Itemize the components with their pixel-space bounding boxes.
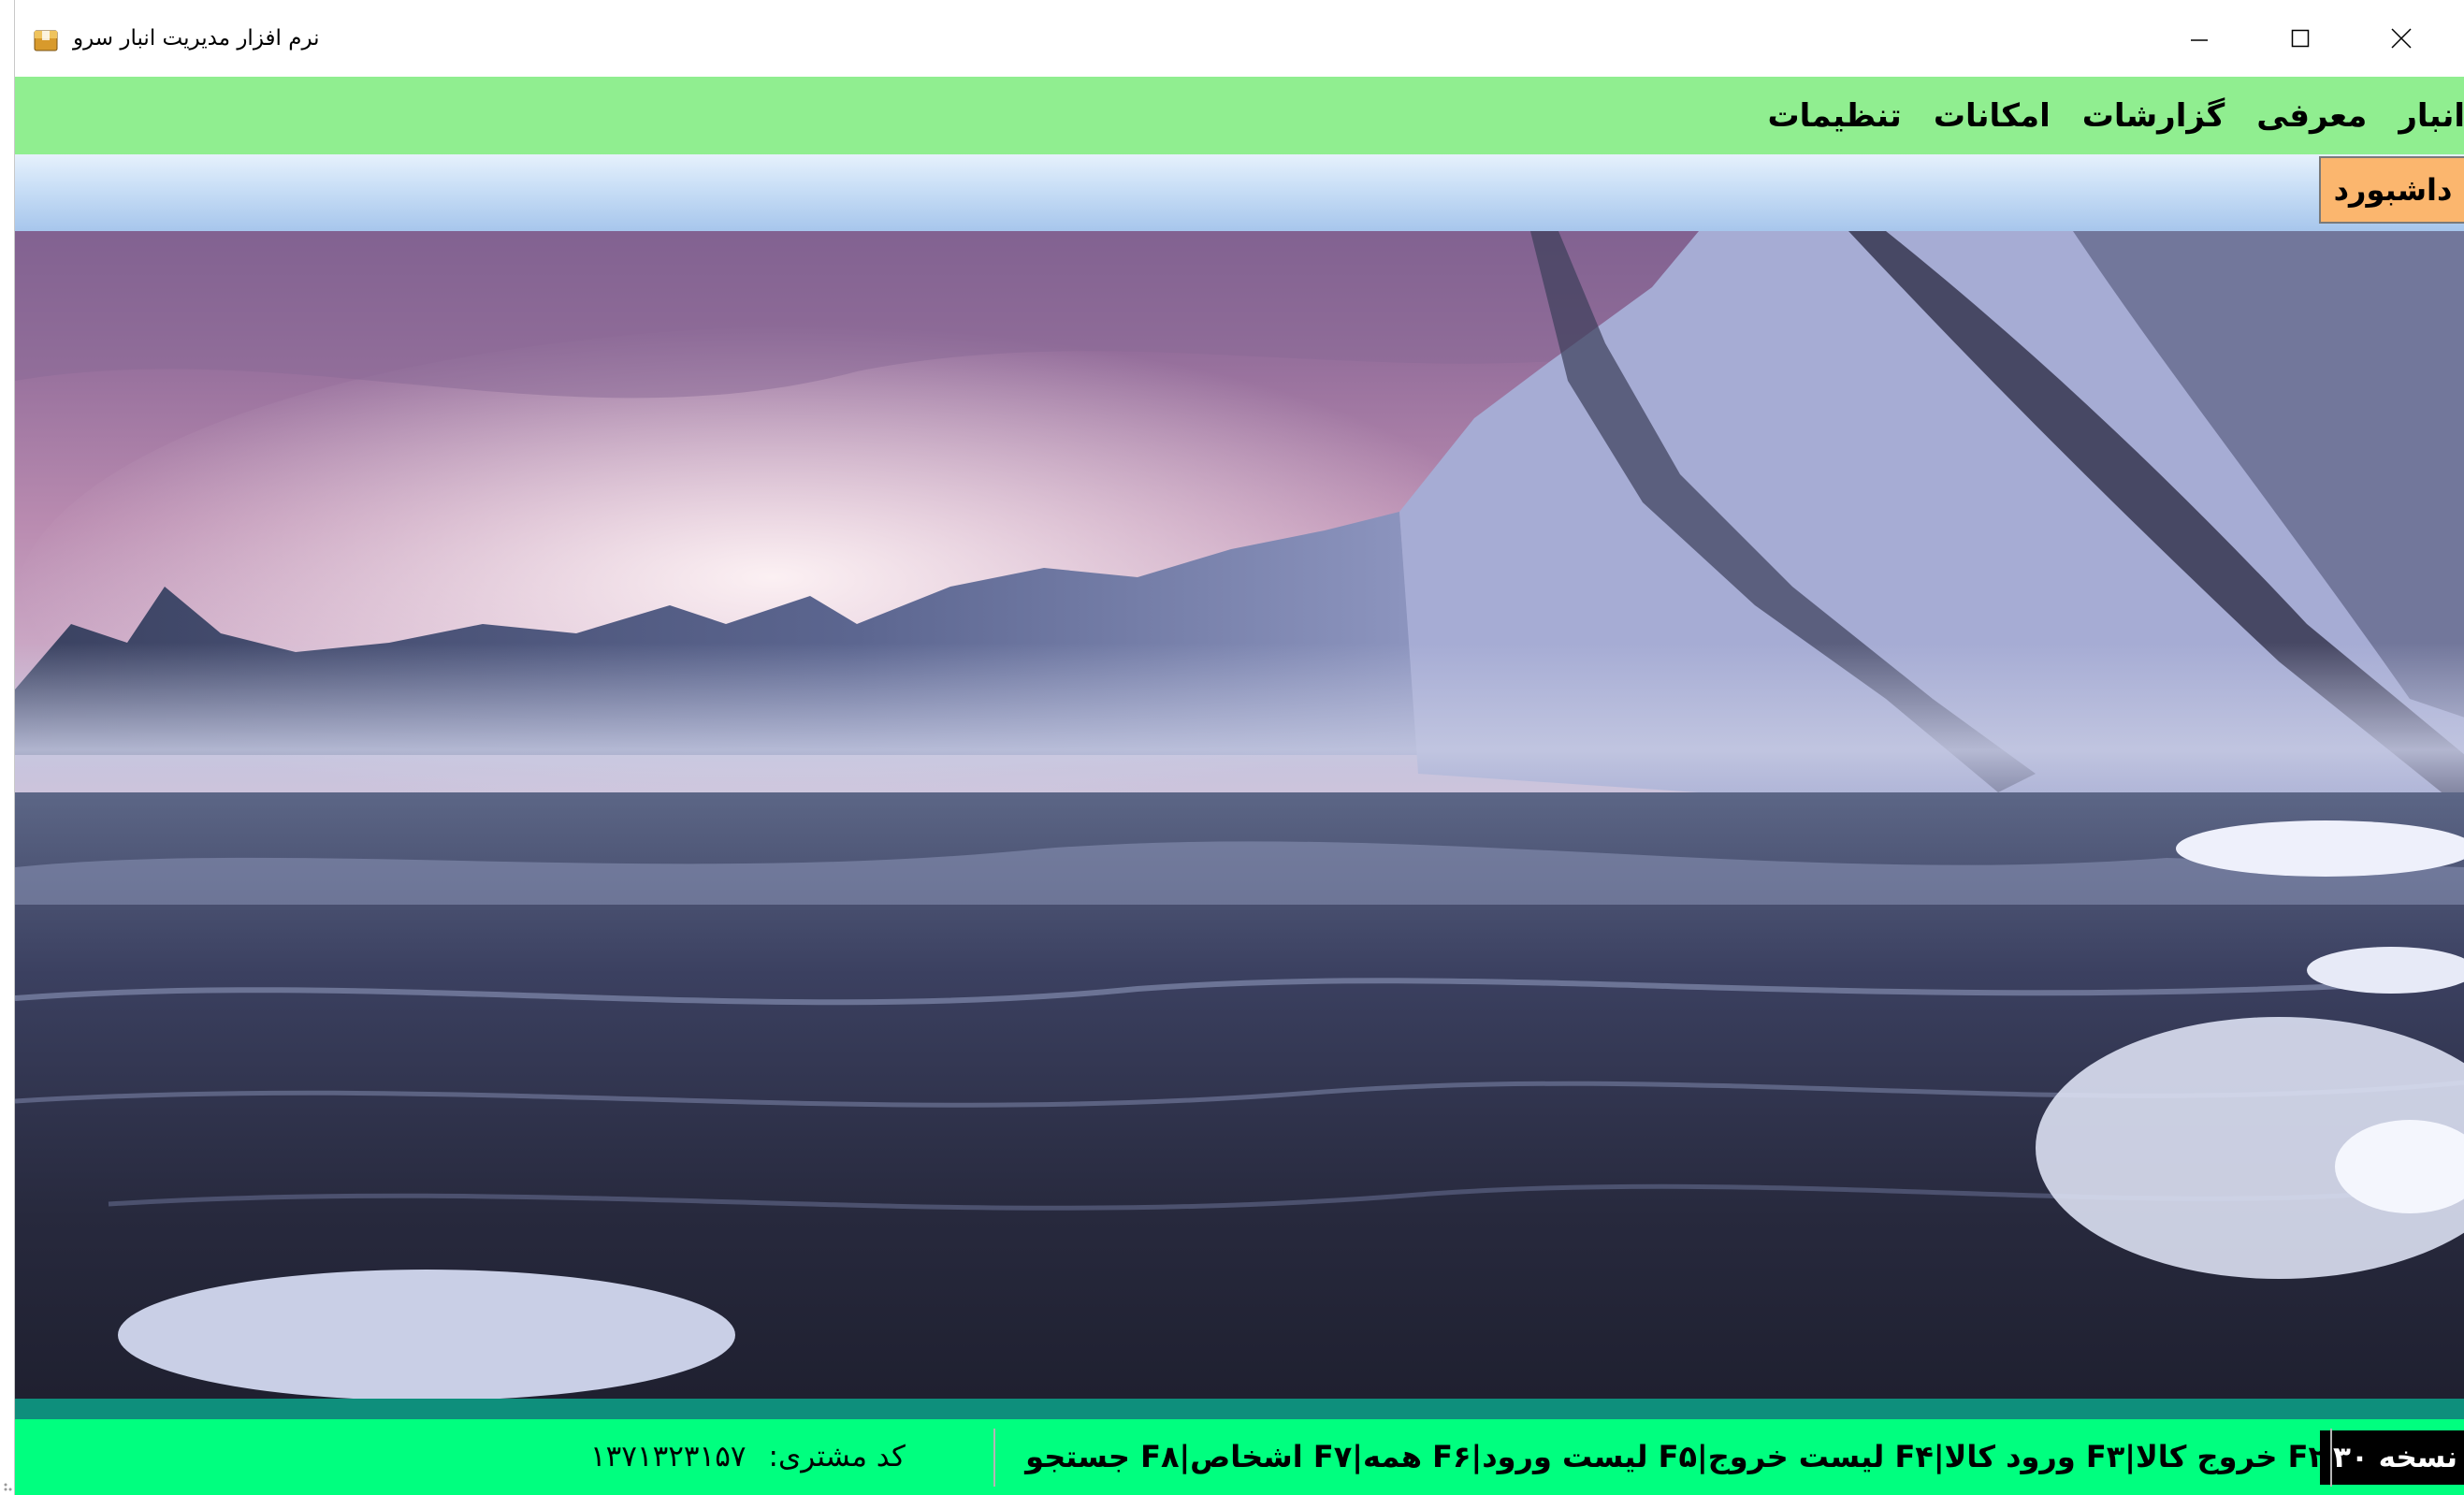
menu-item-anbar[interactable]: انبار: [2383, 97, 2464, 135]
close-icon: [2391, 28, 2412, 49]
status-bar: نسخه ۳۰ F۲ خروج کالا|F۳ ورود کالا|F۴ لیس…: [15, 1419, 2464, 1495]
status-separator: [993, 1429, 995, 1487]
app-window: نرم افزار مدیریت انبار سرو انبار معرفی گ…: [14, 0, 2464, 1495]
customer-info: کد مشتری: ۱۳۷۱۳۲۳۱۵۷: [590, 1429, 906, 1485]
maximize-icon: [2291, 29, 2310, 48]
background-image: [15, 231, 2464, 1399]
winter-river-landscape: [15, 231, 2464, 1399]
dashboard-button[interactable]: داشبورد: [2319, 156, 2464, 224]
window-title: نرم افزار مدیریت انبار سرو: [73, 26, 320, 51]
menu-item-moarefi[interactable]: معرفی: [2240, 97, 2383, 135]
title-bar[interactable]: نرم افزار مدیریت انبار سرو: [15, 0, 2464, 77]
box-icon: [34, 28, 58, 52]
status-separator: [2330, 1429, 2332, 1487]
customer-code-label: کد مشتری:: [768, 1440, 906, 1473]
minimize-button[interactable]: [2149, 0, 2250, 77]
resize-grip-icon[interactable]: [2, 1476, 19, 1493]
divider-strip: [15, 1399, 2464, 1419]
close-button[interactable]: [2351, 0, 2452, 77]
maximize-button[interactable]: [2250, 0, 2351, 77]
menu-item-gozareshat[interactable]: گزارشات: [2066, 97, 2241, 135]
customer-code-value: ۱۳۷۱۳۲۳۱۵۷: [590, 1440, 746, 1473]
menu-bar: انبار معرفی گزارشات امکانات تنظیمات: [15, 77, 2464, 154]
shortcut-keys: F۲ خروج کالا|F۳ ورود کالا|F۴ لیست خروج|F…: [1025, 1439, 2326, 1474]
menu-item-tanzimat[interactable]: تنظیمات: [1751, 97, 1917, 135]
minimize-icon: [2191, 39, 2208, 41]
version-badge: نسخه ۳۰: [2320, 1430, 2464, 1485]
menu-item-emkanat[interactable]: امکانات: [1918, 97, 2066, 135]
toolbar: داشبورد: [15, 154, 2464, 231]
